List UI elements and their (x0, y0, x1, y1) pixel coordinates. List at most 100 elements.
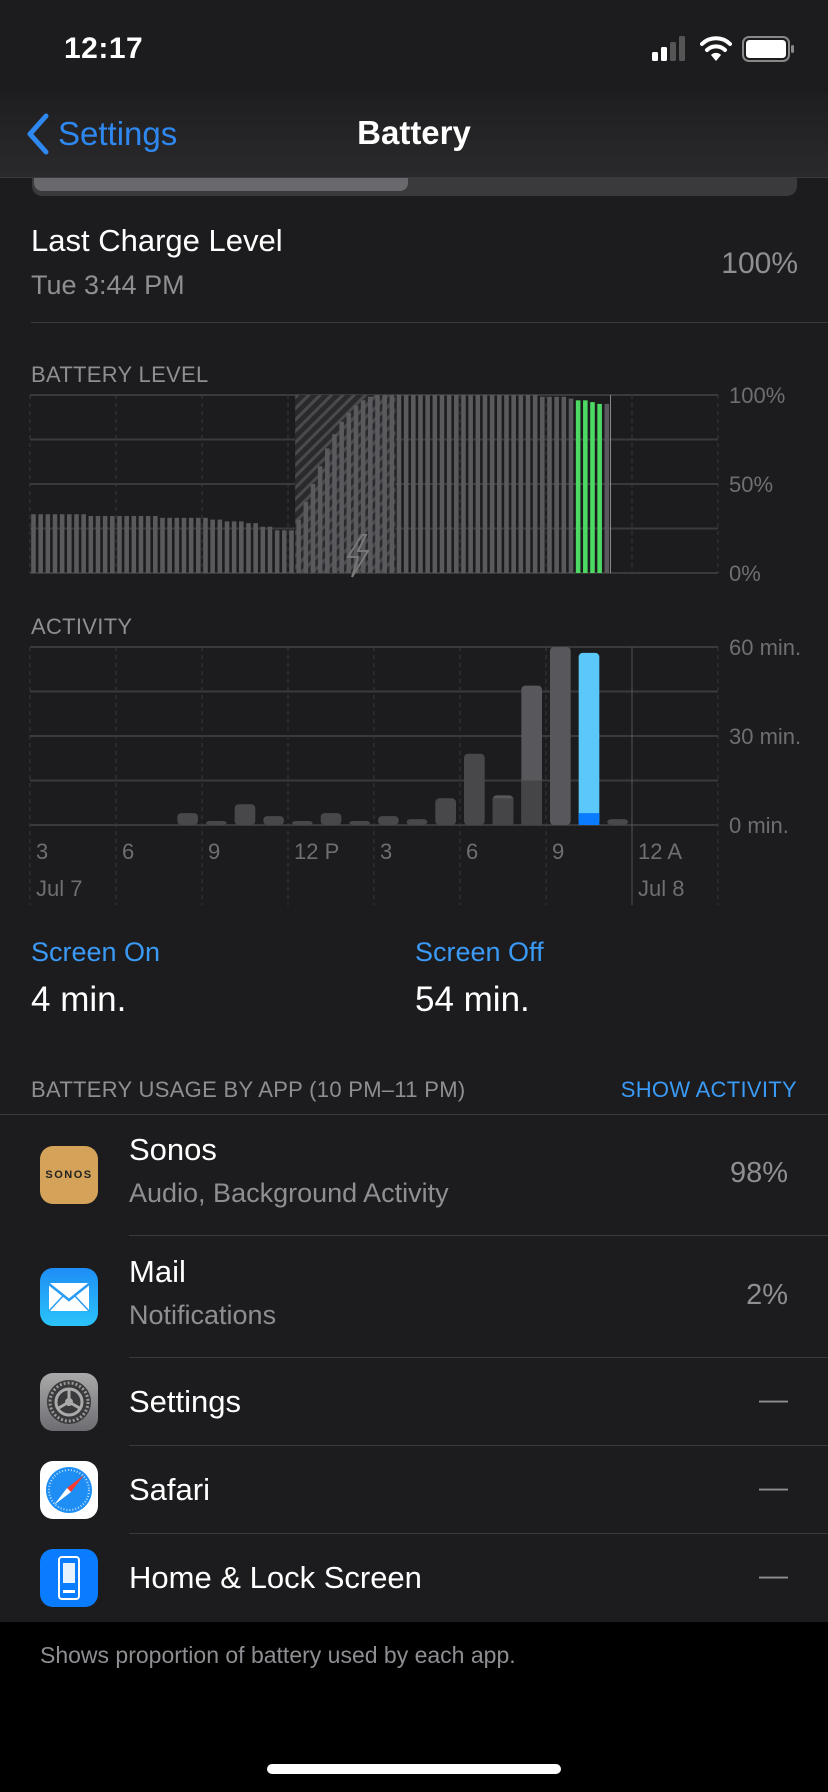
status-time: 12:17 (64, 32, 144, 65)
battery-bar (95, 516, 101, 573)
battery-bar (332, 434, 337, 573)
battery-bar (568, 398, 574, 573)
battery-bar (67, 514, 72, 573)
show-activity-button[interactable]: SHOW ACTIVITY (621, 1077, 797, 1103)
last-charge-value: 100% (721, 247, 798, 280)
activity-bar-screen-on (578, 813, 600, 825)
page-title: Battery (357, 114, 471, 151)
sonos-logo-text: SONOS (45, 1169, 93, 1181)
y-tick-label: 30 min. (729, 724, 801, 749)
battery-bar (310, 484, 316, 573)
app-detail: Notifications (129, 1300, 277, 1330)
app-row-safari[interactable]: Safari — (0, 1446, 828, 1534)
navigation-bar: Settings Battery (0, 92, 828, 178)
activity-bar (464, 753, 485, 825)
activity-bar (607, 819, 628, 825)
app-usage-value: — (759, 1560, 788, 1592)
app-row-settings[interactable]: Settings — (0, 1358, 828, 1446)
segment-selected[interactable] (34, 178, 408, 191)
battery-bar (59, 514, 65, 573)
battery-bar (403, 395, 409, 573)
app-row-home-lock-screen[interactable]: Home & Lock Screen — (0, 1534, 828, 1622)
battery-bar (489, 395, 495, 573)
battery-bar (375, 395, 380, 573)
battery-bar (102, 516, 108, 573)
battery-bar (224, 521, 230, 573)
app-row-mail[interactable]: Mail Notifications 2% (0, 1236, 828, 1358)
battery-bar (31, 514, 36, 573)
app-name: Safari (129, 1472, 210, 1507)
battery-bar (38, 514, 43, 573)
y-tick-label: 50% (729, 472, 773, 497)
battery-bar (45, 514, 51, 573)
app-name: Settings (129, 1384, 242, 1419)
screen-on-value: 4 min. (31, 980, 127, 1019)
battery-bar (439, 395, 445, 573)
x-tick-label: 12 A (638, 839, 682, 864)
status-bar: 12:17 (0, 0, 828, 92)
x-tick-label: 9 (208, 839, 220, 864)
activity-chart[interactable]: 60 min. 30 min. 0 min. 3 6 9 12 P 3 6 9 12 A Jul 7 J… (0, 637, 828, 909)
battery-bar (561, 396, 567, 573)
x-tick-label: 12 P (294, 839, 339, 864)
battery-bar (160, 517, 165, 573)
battery-bar-selected (597, 403, 602, 573)
battery-bar (446, 395, 452, 573)
activity-bar (406, 819, 428, 825)
home-indicator[interactable] (267, 1764, 561, 1774)
battery-bar (554, 396, 559, 573)
screen-on-label: Screen On (31, 937, 161, 967)
activity-bar (206, 821, 227, 825)
battery-bar (454, 395, 459, 573)
battery-bar (138, 516, 144, 573)
app-row-sonos[interactable]: SONOS Sonos Audio, Background Activity 9… (0, 1114, 828, 1236)
battery-bar (532, 395, 538, 573)
battery-bar (303, 501, 309, 573)
app-usage-value: 2% (746, 1279, 788, 1311)
battery-bar-selected (583, 400, 588, 573)
battery-bar (432, 395, 438, 573)
battery-bar-selected (575, 400, 581, 573)
battery-bar (425, 395, 430, 573)
activity-bar (320, 813, 342, 825)
battery-bar (246, 523, 251, 573)
y-tick-label: 0 min. (729, 813, 789, 838)
x-tick-label: 6 (466, 839, 478, 864)
battery-bar (482, 395, 488, 573)
battery-bar (418, 395, 423, 573)
y-tick-label: 100% (729, 385, 785, 408)
battery-bar (604, 403, 610, 573)
wifi-icon (700, 36, 732, 61)
battery-bar (547, 396, 552, 573)
battery-bar (231, 521, 237, 573)
y-tick-label: 60 min. (729, 637, 801, 660)
battery-bar (497, 395, 502, 573)
battery-bar (396, 395, 402, 573)
battery-bar (117, 516, 122, 573)
battery-bar (360, 400, 366, 573)
mail-icon (40, 1268, 98, 1326)
battery-bar (203, 517, 208, 573)
battery-bar (210, 519, 215, 573)
date-label: Jul 7 (36, 876, 82, 901)
battery-bar (52, 514, 58, 573)
cellular-signal-icon (652, 36, 685, 61)
battery-bar (468, 395, 473, 573)
battery-level-chart[interactable]: 100% 50% 0% (0, 385, 828, 585)
battery-bar (167, 517, 172, 573)
activity-bar (550, 647, 571, 825)
activity-bar-selected (578, 652, 600, 825)
battery-bar (540, 396, 545, 573)
segmented-control[interactable] (32, 178, 797, 196)
app-name: Mail (129, 1254, 186, 1289)
battery-bar (289, 530, 294, 573)
activity-bar (292, 821, 313, 825)
battery-bar (274, 530, 280, 573)
battery-bar (253, 523, 258, 573)
battery-bar (88, 516, 94, 573)
battery-bar (518, 395, 524, 573)
divider (31, 322, 828, 323)
app-name: Sonos (129, 1132, 217, 1167)
settings-gear-icon (40, 1373, 98, 1431)
battery-bar (475, 395, 481, 573)
